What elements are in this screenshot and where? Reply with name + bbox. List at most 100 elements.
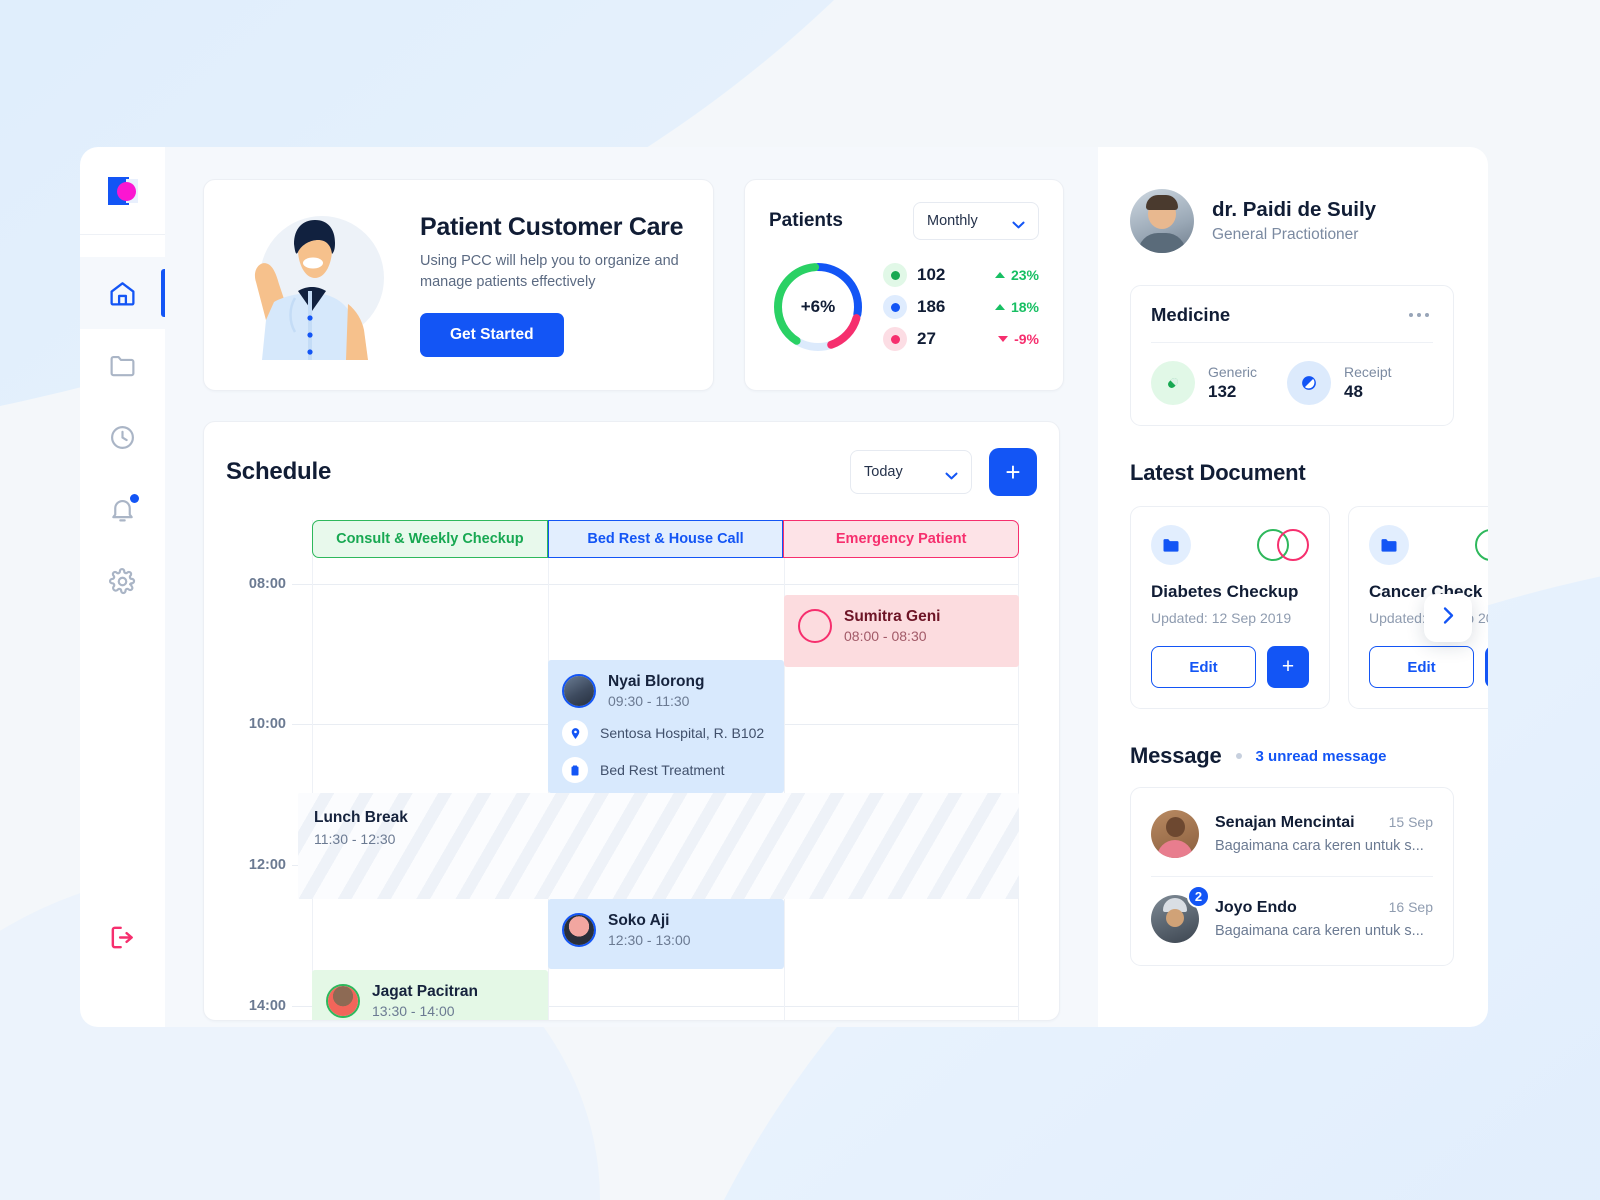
message-top-row: Joyo Endo 16 Sep [1215, 899, 1433, 917]
edit-document-button[interactable]: Edit [1369, 646, 1474, 688]
add-appointment-button[interactable]: + [989, 448, 1037, 496]
medicine-stats: Generic 132 Receipt 48 [1151, 361, 1433, 405]
appointment-location-row: Sentosa Hospital, R. B102 [548, 709, 784, 747]
document-actions: Edit + [1151, 646, 1309, 688]
trend-down-icon [998, 336, 1009, 342]
message-sender: Senajan Mencintai [1215, 814, 1355, 831]
sidebar-nav [80, 235, 165, 617]
unread-message-link[interactable]: 3 unread message [1256, 748, 1387, 765]
appointment-sumitra-geni[interactable]: Sumitra Geni 08:00 - 08:30 [784, 595, 1019, 667]
lunch-break-text: Lunch Break 11:30 - 12:30 [298, 793, 1019, 847]
sidebar-item-home[interactable] [80, 257, 165, 329]
document-card-diabetes-checkup[interactable]: Diabetes Checkup Updated: 12 Sep 2019 Ed… [1130, 506, 1330, 709]
chevron-right-icon [1442, 606, 1455, 630]
appointment-patient-name: Nyai Blorong [608, 673, 705, 690]
avatar [562, 912, 596, 947]
medicine-header: Medicine [1151, 304, 1433, 326]
message-top-row: Senajan Mencintai 15 Sep [1215, 814, 1433, 832]
app-window: Patient Customer Care Using PCC will hel… [80, 147, 1488, 1027]
edit-document-button[interactable]: Edit [1151, 646, 1256, 688]
schedule-actions: Today + [850, 448, 1037, 496]
patients-donut-chart: +6% [769, 258, 867, 356]
trend-up-icon [994, 272, 1005, 278]
sidebar-item-history[interactable] [80, 401, 165, 473]
gear-icon [108, 567, 137, 596]
schedule-grid: Consult & Weekly Checkup Bed Rest & Hous… [204, 520, 1059, 1020]
stat-bullet-blue [883, 295, 907, 319]
list-item[interactable]: Senajan Mencintai 15 Sep Bagaimana cara … [1151, 792, 1433, 876]
patients-period-value: Monthly [927, 213, 978, 229]
medicine-stat-value: 48 [1344, 382, 1363, 401]
message-body: Joyo Endo 16 Sep Bagaimana cara keren un… [1215, 899, 1433, 939]
schedule-day-select[interactable]: Today [850, 450, 972, 494]
appointment-soko-aji[interactable]: Soko Aji 12:30 - 13:00 [548, 899, 784, 969]
medicine-card: Medicine Generic 132 Receipt 48 [1130, 285, 1454, 426]
logout-button[interactable] [80, 901, 165, 973]
lunch-break-time: 11:30 - 12:30 [314, 831, 396, 847]
more-options-icon[interactable] [1405, 309, 1434, 322]
appointment-header: Sumitra Geni 08:00 - 08:30 [784, 595, 1019, 644]
message-body: Senajan Mencintai 15 Sep Bagaimana cara … [1215, 814, 1433, 854]
lunch-break-title: Lunch Break [314, 809, 408, 826]
patient-care-subtitle: Using PCC will help you to organize and … [420, 252, 679, 290]
patients-header: Patients Monthly [769, 202, 1039, 240]
legend-bed-rest-house-call[interactable]: Bed Rest & House Call [547, 520, 784, 558]
sidebar-item-settings[interactable] [80, 545, 165, 617]
stat-value: 27 [917, 329, 936, 348]
doctor-profile[interactable]: dr. Paidi de Suily General Practiotioner [1130, 189, 1454, 253]
sidebar-item-notifications[interactable] [80, 473, 165, 545]
legend-emergency-patient[interactable]: Emergency Patient [783, 520, 1020, 558]
pill-icon [1287, 361, 1332, 405]
message-section-header: Message 3 unread message [1130, 743, 1454, 769]
schedule-day-value: Today [864, 464, 903, 480]
appointment-jagat-pacitran[interactable]: Jagat Pacitran 13:30 - 14:00 [312, 970, 548, 1020]
list-item[interactable]: 2 Joyo Endo 16 Sep Bagaimana cara keren … [1151, 876, 1433, 961]
medicine-stat-generic: Generic 132 [1151, 361, 1257, 405]
stat-value: 186 [917, 297, 946, 316]
patients-body: +6% 102 23% 186 18% 27 -9% [769, 258, 1039, 356]
schedule-legend-row: Consult & Weekly Checkup Bed Rest & Hous… [312, 520, 1020, 558]
appointment-time: 09:30 - 11:30 [608, 693, 690, 710]
logout-icon [108, 923, 137, 952]
add-document-button[interactable]: + [1485, 646, 1488, 688]
schedule-title: Schedule [226, 458, 332, 485]
get-started-button[interactable]: Get Started [420, 313, 564, 358]
document-carousel: Diabetes Checkup Updated: 12 Sep 2019 Ed… [1130, 506, 1488, 709]
document-card-top [1151, 525, 1309, 565]
stat-delta: 18% [994, 299, 1039, 315]
appointment-patient-name: Soko Aji [608, 912, 670, 929]
avatar [1475, 529, 1488, 561]
avatar [798, 608, 832, 643]
message-list: Senajan Mencintai 15 Sep Bagaimana cara … [1130, 787, 1454, 966]
time-label: 14:00 [248, 998, 286, 1014]
avatar [1151, 810, 1199, 858]
add-document-button[interactable]: + [1267, 646, 1309, 688]
stat-delta: 23% [994, 267, 1039, 283]
appointment-header: Jagat Pacitran 13:30 - 14:00 [312, 970, 548, 1019]
schedule-time-axis: 08:00 10:00 12:00 14:00 [204, 520, 312, 1020]
patients-period-select[interactable]: Monthly [913, 202, 1039, 240]
doctor-name: dr. Paidi de Suily [1212, 198, 1377, 221]
pin-icon [562, 720, 588, 747]
patients-stat-row-2: 27 -9% [883, 327, 1039, 351]
appointment-header: Nyai Blorong 09:30 - 11:30 [548, 660, 784, 709]
appointment-nyai-blorong[interactable]: Nyai Blorong 09:30 - 11:30 Sentosa Hospi… [548, 660, 784, 793]
appointment-time: 12:30 - 13:00 [608, 932, 691, 949]
stat-value: 102 [917, 265, 946, 284]
stat-bullet-green [883, 263, 907, 287]
message-sender: Joyo Endo [1215, 899, 1297, 916]
medicine-divider [1151, 342, 1433, 343]
patients-stat-row-1: 186 18% [883, 295, 1039, 319]
legend-consult-weekly-checkup[interactable]: Consult & Weekly Checkup [312, 520, 548, 558]
medicine-stat-receipt: Receipt 48 [1287, 361, 1392, 405]
appointment-treatment: Bed Rest Treatment [600, 762, 725, 779]
lunch-break-block[interactable]: Lunch Break 11:30 - 12:30 [298, 793, 1019, 899]
document-carousel-next-button[interactable] [1424, 594, 1472, 642]
appointment-header: Soko Aji 12:30 - 13:00 [548, 899, 784, 948]
document-actions: Edit + [1369, 646, 1488, 688]
appointment-time: 08:00 - 08:30 [844, 628, 927, 645]
app-logo[interactable] [107, 176, 138, 205]
sidebar-item-files[interactable] [80, 329, 165, 401]
appointment-location: Sentosa Hospital, R. B102 [600, 725, 765, 742]
stat-delta: -9% [998, 331, 1039, 347]
